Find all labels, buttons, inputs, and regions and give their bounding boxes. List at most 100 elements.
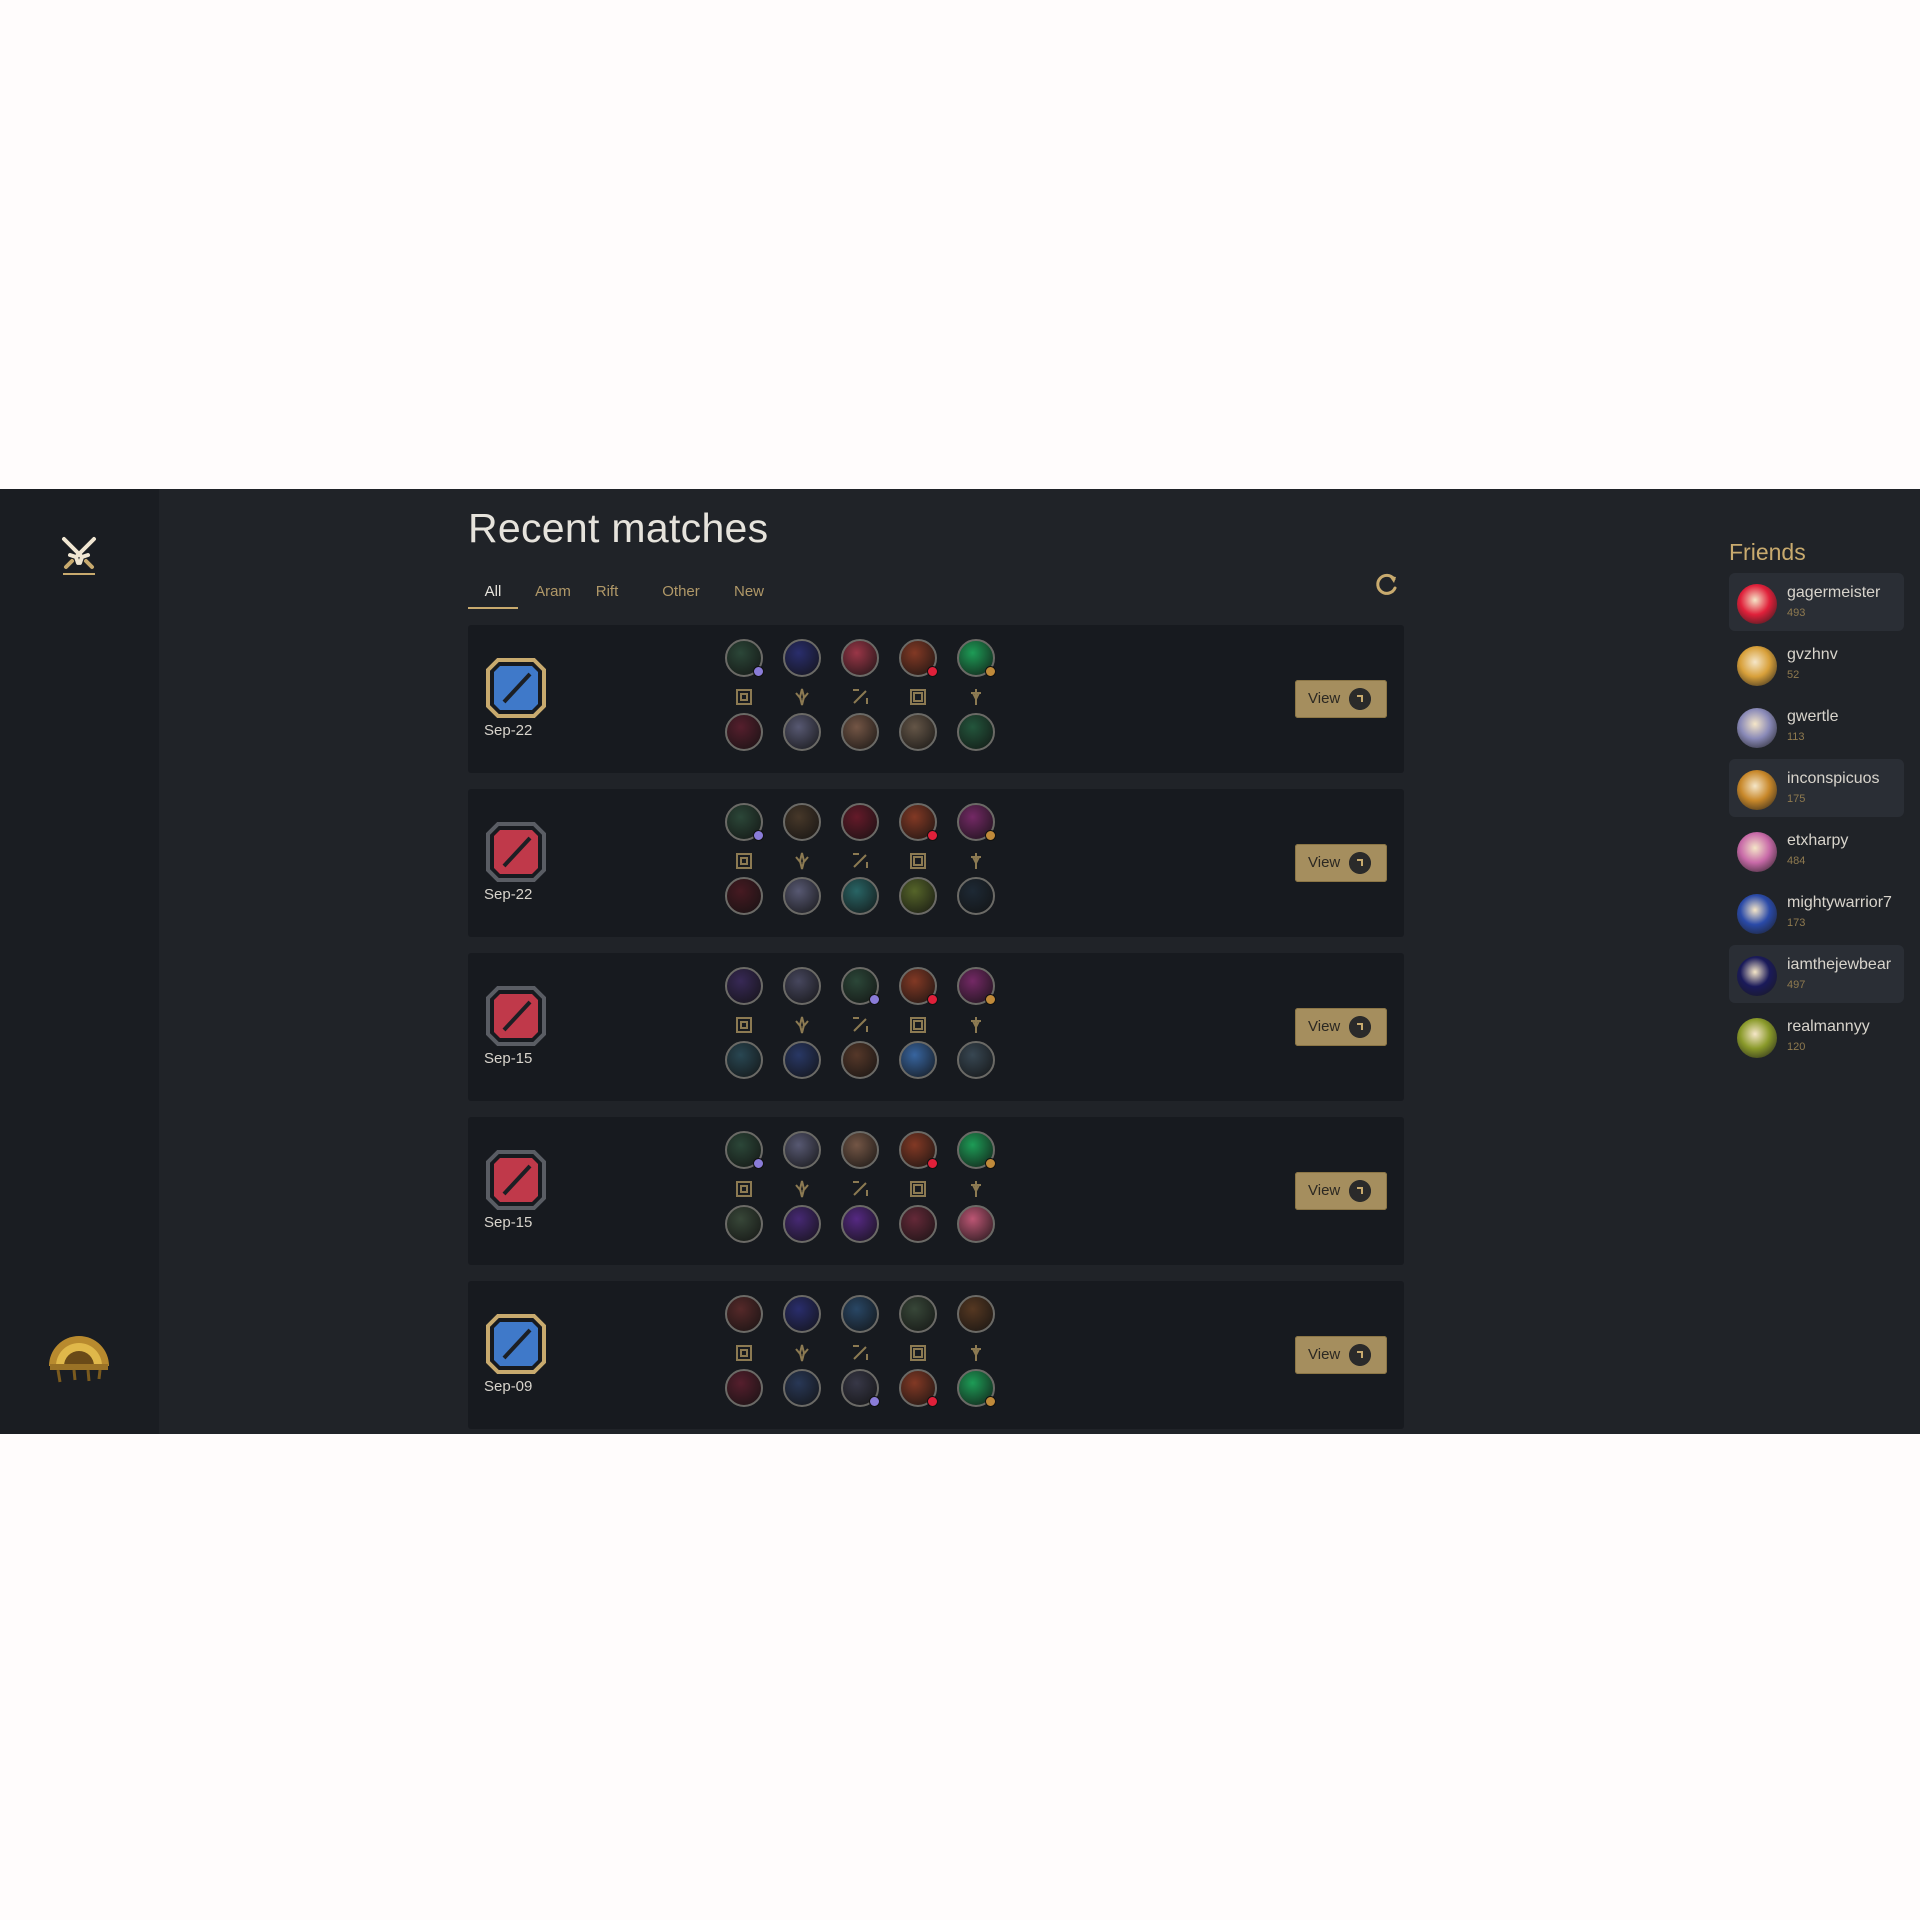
champion-portrait[interactable] [841, 1131, 879, 1169]
tab-rift[interactable]: Rift [590, 577, 624, 607]
avatar [1737, 1018, 1777, 1058]
friend-name: inconspicuos [1787, 770, 1880, 787]
champion-portrait[interactable] [957, 1295, 995, 1333]
champion-portrait[interactable] [783, 713, 821, 751]
champion-portrait[interactable] [899, 713, 937, 751]
friend-item[interactable]: gvzhnv 52 [1729, 635, 1904, 693]
jungle-icon [795, 688, 809, 706]
friends-title: Friends [1729, 539, 1806, 565]
friend-item[interactable]: iamthejewbear 497 [1729, 945, 1904, 1003]
champion-portrait[interactable] [725, 1369, 763, 1407]
jungle-icon [795, 1016, 809, 1034]
jungle-icon [795, 1344, 809, 1362]
view-button-label: View [1308, 1018, 1341, 1035]
champion-portrait[interactable] [725, 1041, 763, 1079]
view-match-button[interactable]: View [1295, 1172, 1387, 1210]
left-nav [0, 489, 159, 1434]
rune-marker-icon [985, 1396, 996, 1407]
mid-lane-icon [853, 689, 868, 704]
avatar [1737, 832, 1777, 872]
rune-marker-icon [985, 666, 996, 677]
champion-portrait[interactable] [899, 1205, 937, 1243]
champion-portrait[interactable] [841, 713, 879, 751]
champion-portrait[interactable] [725, 967, 763, 1005]
champion-portrait[interactable] [841, 1295, 879, 1333]
tab-all[interactable]: All [468, 577, 518, 609]
champion-portrait[interactable] [725, 1205, 763, 1243]
main-content: Recent matches All Aram Rift Other New S… [468, 489, 1406, 1434]
champion-portrait[interactable] [899, 1041, 937, 1079]
view-button-label: View [1308, 1182, 1341, 1199]
friend-item[interactable]: gagermeister 493 [1729, 573, 1904, 631]
crossed-swords-icon[interactable] [58, 533, 100, 575]
bottom-lane-icon [910, 853, 926, 869]
bottom-lane-icon [910, 1345, 926, 1361]
champion-portrait[interactable] [957, 1205, 995, 1243]
tab-new[interactable]: New [730, 577, 768, 607]
avatar [1737, 584, 1777, 624]
arrow-corner-icon [1349, 688, 1371, 710]
champion-portrait[interactable] [783, 1369, 821, 1407]
top-lane-icon [736, 853, 752, 869]
top-lane-icon [736, 1345, 752, 1361]
champion-portrait[interactable] [957, 713, 995, 751]
champion-portrait[interactable] [725, 713, 763, 751]
refresh-icon[interactable] [1374, 571, 1400, 597]
defeat-badge-icon [486, 822, 546, 882]
champion-portrait[interactable] [783, 1295, 821, 1333]
mid-lane-icon [853, 1017, 868, 1032]
champion-portrait[interactable] [725, 877, 763, 915]
friend-name: iamthejewbear [1787, 956, 1892, 973]
friend-name: realmannyy [1787, 1018, 1870, 1035]
view-match-button[interactable]: View [1295, 1008, 1387, 1046]
tab-aram[interactable]: Aram [530, 577, 576, 607]
mid-lane-icon [853, 1345, 868, 1360]
profile-emblem-icon[interactable] [44, 1324, 114, 1386]
champion-portrait[interactable] [725, 1295, 763, 1333]
champion-portrait[interactable] [783, 877, 821, 915]
friends-panel: Friends gagermeister 493 gvzhnv 52 gwertle 11… [1729, 489, 1909, 1434]
view-button-label: View [1308, 1346, 1341, 1363]
view-match-button[interactable]: View [1295, 680, 1387, 718]
rune-marker-icon [927, 830, 938, 841]
champion-portrait[interactable] [957, 1041, 995, 1079]
friend-level: 484 [1787, 855, 1806, 867]
match-date: Sep-09 [484, 1378, 533, 1395]
champion-portrait[interactable] [783, 967, 821, 1005]
friend-name: gagermeister [1787, 584, 1881, 601]
champion-portrait[interactable] [841, 1041, 879, 1079]
friend-item[interactable]: inconspicuos 175 [1729, 759, 1904, 817]
champion-portrait[interactable] [899, 877, 937, 915]
avatar [1737, 894, 1777, 934]
friend-item[interactable]: gwertle 113 [1729, 697, 1904, 755]
champion-portrait[interactable] [783, 803, 821, 841]
champion-portrait[interactable] [957, 877, 995, 915]
rune-marker-icon [927, 666, 938, 677]
friend-item[interactable]: etxharpy 484 [1729, 821, 1904, 879]
view-match-button[interactable]: View [1295, 844, 1387, 882]
view-match-button[interactable]: View [1295, 1336, 1387, 1374]
friend-item[interactable]: mightywarrior7 173 [1729, 883, 1904, 941]
friend-name: gwertle [1787, 708, 1839, 725]
champion-portrait[interactable] [783, 1131, 821, 1169]
support-icon [971, 689, 981, 705]
top-lane-icon [736, 689, 752, 705]
victory-badge-icon [486, 1314, 546, 1374]
rune-marker-icon [753, 666, 764, 677]
champion-portrait[interactable] [783, 639, 821, 677]
champion-portrait[interactable] [841, 1205, 879, 1243]
champion-portrait[interactable] [783, 1041, 821, 1079]
champion-portrait[interactable] [899, 1295, 937, 1333]
champion-portrait[interactable] [841, 639, 879, 677]
friend-item[interactable]: realmannyy 120 [1729, 1007, 1904, 1065]
rune-marker-icon [985, 1158, 996, 1169]
champion-portrait[interactable] [841, 877, 879, 915]
match-card: Sep-22 View [468, 625, 1404, 773]
tab-other[interactable]: Other [658, 577, 704, 607]
jungle-icon [795, 852, 809, 870]
top-lane-icon [736, 1017, 752, 1033]
champion-portrait[interactable] [783, 1205, 821, 1243]
friend-name: mightywarrior7 [1787, 894, 1892, 911]
friend-name: etxharpy [1787, 832, 1849, 849]
champion-portrait[interactable] [841, 803, 879, 841]
